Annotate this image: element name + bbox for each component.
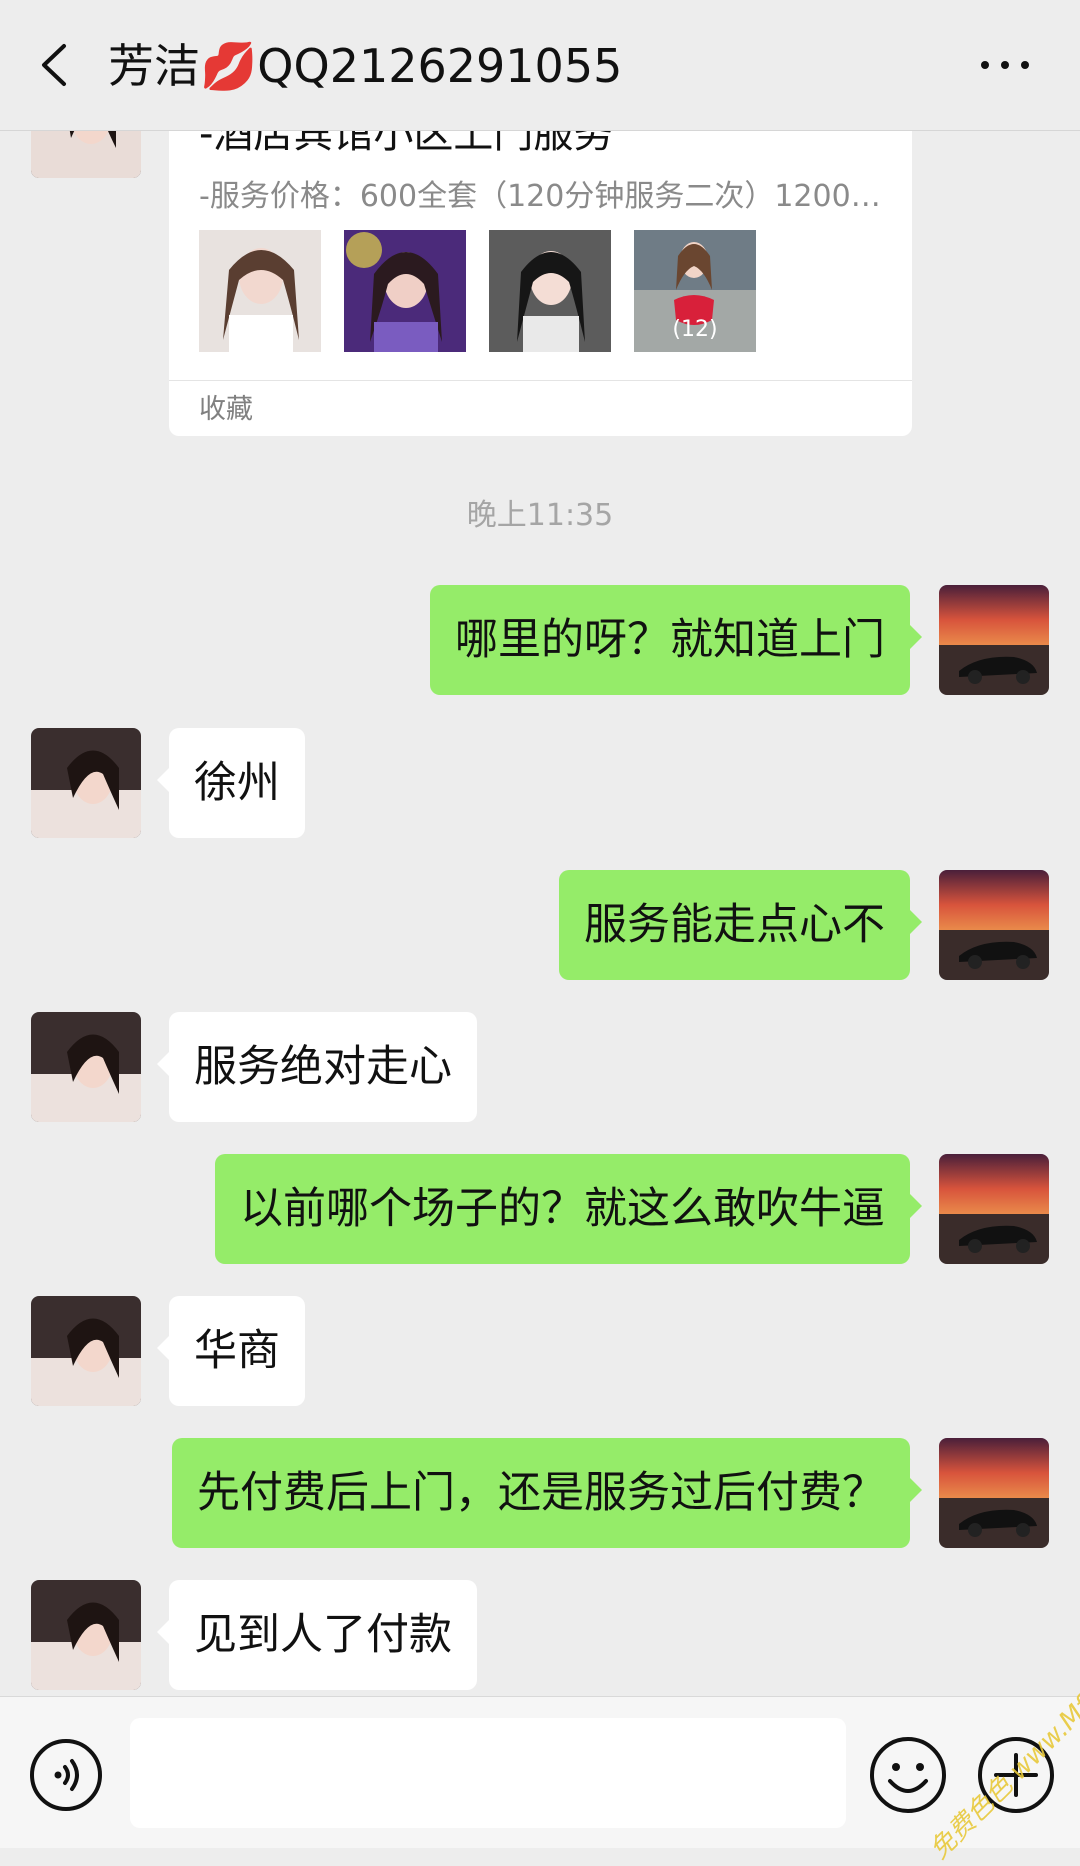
chat-header: 芳洁💋QQ2126291055 [0, 0, 1080, 131]
incoming-message[interactable]: 服务绝对走心 [157, 1012, 477, 1122]
card-photo[interactable] [489, 230, 611, 352]
emoji-icon[interactable] [868, 1735, 948, 1815]
outgoing-message[interactable]: 以前哪个场子的？就这么敢吹牛逼 [215, 1154, 922, 1264]
back-arrow-icon[interactable] [34, 40, 74, 90]
outgoing-message[interactable]: 哪里的呀？就知道上门 [430, 585, 922, 695]
chat-messages[interactable]: -酒店宾馆小区上门服务 -服务价格：600全套（120分钟服务二次）1200… [0, 0, 1080, 1695]
my-avatar[interactable] [939, 585, 1049, 695]
chat-title: 芳洁💋QQ2126291055 [108, 39, 623, 93]
card-photo[interactable] [344, 230, 466, 352]
card-photo[interactable] [199, 230, 321, 352]
incoming-message[interactable]: 见到人了付款 [157, 1580, 477, 1690]
outgoing-message[interactable]: 服务能走点心不 [559, 870, 922, 980]
sender-avatar[interactable] [31, 1012, 141, 1122]
card-description: -服务价格：600全套（120分钟服务二次）1200… [199, 179, 881, 214]
message-timestamp: 晚上11:35 [466, 498, 614, 533]
outgoing-message[interactable]: 先付费后上门，还是服务过后付费？ [172, 1438, 922, 1548]
card-photo[interactable]: (12) [634, 230, 756, 352]
incoming-message[interactable]: 徐州 [157, 728, 305, 838]
sender-avatar[interactable] [31, 1580, 141, 1690]
more-options-icon[interactable] [975, 40, 1035, 90]
incoming-message[interactable]: 华商 [157, 1296, 305, 1406]
voice-input-icon[interactable] [28, 1737, 104, 1813]
my-avatar[interactable] [939, 1154, 1049, 1264]
shared-post-card[interactable]: -酒店宾馆小区上门服务 -服务价格：600全套（120分钟服务二次）1200… [169, 100, 912, 436]
card-divider [169, 380, 912, 381]
my-avatar[interactable] [939, 1438, 1049, 1548]
photo-count: (12) [672, 317, 718, 342]
sender-avatar[interactable] [31, 1296, 141, 1406]
message-text-input[interactable] [130, 1718, 846, 1828]
card-source-label: 收藏 [199, 394, 253, 425]
sender-avatar[interactable] [31, 728, 141, 838]
my-avatar[interactable] [939, 870, 1049, 980]
